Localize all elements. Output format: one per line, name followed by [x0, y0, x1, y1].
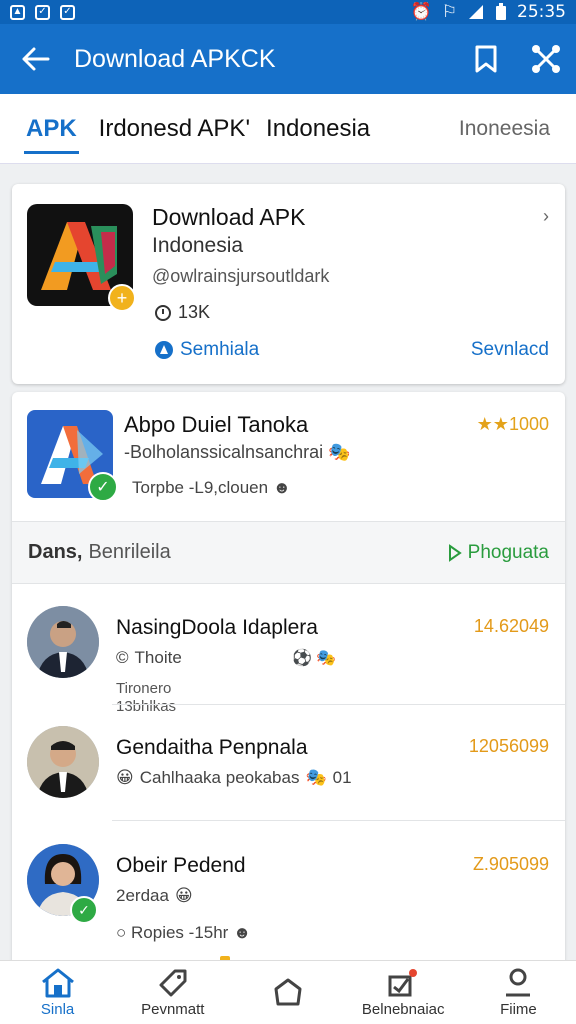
- bookmark-button[interactable]: [456, 45, 516, 73]
- person-extra: ○ Ropies -15hr ☻: [116, 923, 251, 942]
- check-icon: ✓: [60, 4, 75, 20]
- battery-icon: [496, 3, 506, 20]
- person-subtitle: © Thoite: [116, 648, 182, 667]
- tab-irdonesd-apk[interactable]: Irdonesd APK': [99, 94, 250, 164]
- person-subtitle: 😀 Cahlhaaka peokabas 🎭 01: [116, 768, 352, 787]
- home-icon: [41, 968, 74, 998]
- person-value: 14.62049: [473, 616, 549, 636]
- play-icon: [448, 543, 462, 562]
- profile-icon: [506, 968, 531, 997]
- app-meta: Torpbe -L9,clouen ☻: [132, 478, 291, 497]
- smiley-icon: ☻: [272, 478, 291, 497]
- smiley-icon: 😀: [174, 886, 193, 905]
- wifi-icon: ⚐: [441, 2, 457, 22]
- person-list-item[interactable]: NasingDoola Idaplera © Thoite ⚽ 🎭 Tironer…: [12, 594, 565, 715]
- alarm-icon: ⏰: [410, 2, 432, 22]
- nav-home[interactable]: Sinla: [0, 961, 115, 1024]
- more-options-icon[interactable]: ›: [543, 206, 549, 227]
- nav-profile[interactable]: Fiime: [461, 961, 576, 1024]
- section-title: Dans,: [28, 541, 83, 563]
- featured-app-card[interactable]: + Download APK Indonesia @owlrainsjursou…: [12, 184, 565, 384]
- section-header: Dans, Benrileila Phoguata: [12, 522, 565, 584]
- featured-title: Download APK: [152, 204, 306, 230]
- status-bar: ▲ ✓ ✓ ⏰ ⚐ 25:35: [0, 0, 576, 24]
- nav-center[interactable]: [230, 961, 345, 1024]
- featured-handle: @owlrainsjursoutldark: [152, 266, 330, 286]
- app-list-item[interactable]: ✓ Abpo Duiel Tanoka -Bolholanssicalnsanc…: [12, 392, 565, 522]
- tag-icon: [159, 969, 187, 997]
- nav-notifications[interactable]: Belnebnaiac: [346, 961, 461, 1024]
- check-icon: ✓: [35, 4, 50, 20]
- status-time: 25:35: [517, 2, 566, 22]
- app-bar-title: Download APKCK: [74, 44, 276, 73]
- person-extra: Tironero 13bhlkas: [116, 680, 177, 715]
- share-icon: [532, 45, 560, 73]
- notification-icon: [388, 969, 418, 997]
- verified-check-icon: ✓: [70, 896, 98, 924]
- back-button[interactable]: [0, 46, 70, 72]
- divider: [112, 820, 565, 821]
- app-rating: ★★1000: [476, 414, 549, 434]
- location-icon: [155, 341, 173, 359]
- app-name: Abpo Duiel Tanoka: [124, 412, 309, 437]
- person-list-item[interactable]: ✓ Obeir Pedend 2erdaa 😀 ○ Ropies -15hr ☻…: [12, 832, 565, 950]
- person-name: NasingDoola Idaplera: [116, 616, 318, 639]
- emoji-icon: 🎭: [328, 442, 351, 462]
- featured-link-left[interactable]: Semhiala: [154, 339, 259, 361]
- app-bar: Download APKCK: [0, 24, 576, 94]
- avatar: [27, 726, 99, 798]
- person-subtitle: 2erdaa 😀: [116, 886, 193, 905]
- avatar: [27, 606, 99, 678]
- emoji-icons: ⚽ 🎭: [292, 650, 337, 667]
- tab-apk[interactable]: APK: [24, 94, 79, 164]
- section-subtitle: Benrileila: [88, 541, 171, 563]
- emoji-icon: 🎭: [305, 768, 327, 787]
- person-value: 12056099: [468, 736, 549, 756]
- share-button[interactable]: [516, 44, 576, 74]
- bookmark-icon: [475, 45, 497, 73]
- featured-link-right[interactable]: Sevnlacd: [471, 339, 549, 361]
- person-name: Obeir Pedend: [116, 854, 246, 877]
- tab-inoneesia[interactable]: Inoneesia: [459, 94, 550, 164]
- divider: [112, 704, 565, 705]
- smiley-icon: ☻: [233, 923, 251, 942]
- person-name: Gendaitha Penpnala: [116, 736, 308, 759]
- bottom-navigation: Sinla Pevnmatt Belnebnaiac Fiime: [0, 960, 576, 1024]
- content-list: ✓ Abpo Duiel Tanoka -Bolholanssicalnsanc…: [12, 392, 565, 972]
- plus-badge-icon: +: [108, 284, 136, 312]
- clock-icon: [155, 304, 171, 321]
- tab-bar: APK Irdonesd APK' Indonesia Inoneesia: [0, 94, 576, 164]
- app-description: -Bolholanssicalnsanchrai 🎭: [124, 442, 351, 462]
- person-list-item[interactable]: Gendaitha Penpnala 😀 Cahlhaaka peokabas 🎭…: [12, 714, 565, 832]
- section-action-button[interactable]: Phoguata: [448, 542, 549, 564]
- copyright-icon: ©: [116, 648, 129, 667]
- tab-indonesia[interactable]: Indonesia: [266, 94, 370, 164]
- pentagon-icon: [274, 978, 302, 1005]
- screenshot-icon: ▲: [10, 4, 25, 20]
- signal-icon: [469, 5, 483, 19]
- chat-icon: ○: [116, 923, 127, 942]
- featured-downloads: 13K: [154, 302, 210, 323]
- verified-check-icon: ✓: [88, 472, 118, 502]
- back-arrow-icon: [22, 47, 50, 71]
- featured-subtitle: Indonesia: [152, 234, 244, 257]
- smiley-icon: 😀: [116, 768, 134, 787]
- nav-payment[interactable]: Pevnmatt: [115, 961, 230, 1024]
- person-value: Z.905099: [472, 854, 549, 874]
